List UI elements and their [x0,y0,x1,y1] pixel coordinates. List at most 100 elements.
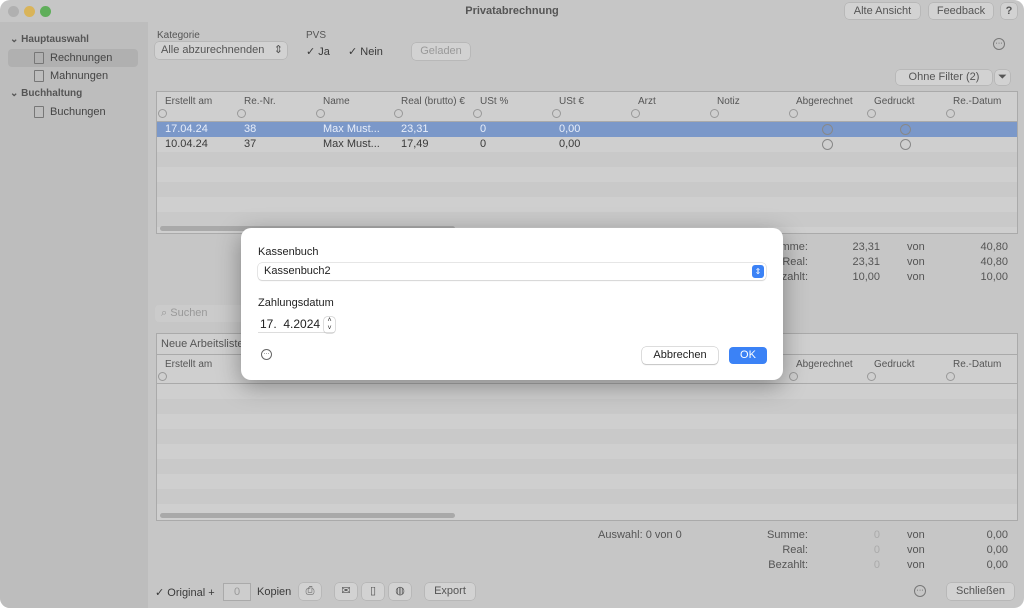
abgerechnet-radio[interactable] [822,139,833,150]
date-stepper[interactable]: ˄ ˅ [324,317,335,333]
column-filter-icon[interactable] [473,109,482,118]
more-icon[interactable]: ··· [993,38,1005,50]
column-header[interactable]: Abgerechnet [796,96,853,107]
cell-ust_eur: 0,00 [559,138,581,150]
summary-value: 0 [873,529,880,541]
chevron-updown-icon: ⇕ [273,44,283,56]
close-window-button[interactable] [8,6,19,17]
more-icon[interactable]: ··· [261,349,272,360]
search-placeholder: Suchen [170,307,208,319]
sidebar-item-rechnungen[interactable]: Rechnungen [8,49,138,67]
column-filter-icon[interactable] [237,109,246,118]
sidebar-item-mahnungen[interactable]: Mahnungen [8,67,138,85]
summary-total: 0,00 [986,559,1008,571]
column-header[interactable]: Gedruckt [874,359,915,370]
empty-row [157,489,1017,504]
sidebar-section-buchhaltung[interactable]: ⌄ Buchhaltung [10,88,82,99]
item-label: Rechnungen [50,52,113,64]
pvs-label: PVS [306,30,327,41]
zoom-window-button[interactable] [40,6,51,17]
schliessen-button[interactable]: Schließen [947,583,1014,600]
summary-von: von [907,241,925,253]
ohne-filter-button[interactable]: Ohne Filter (2) [896,70,992,85]
print-icon[interactable]: ⎙ [299,583,321,600]
filter-icon[interactable]: ⏷ [995,70,1010,85]
export-button[interactable]: Export [425,583,475,600]
summary-total: 10,00 [980,271,1008,283]
original-checkbox[interactable]: ✓ Original + [155,586,215,599]
kassenbuch-label: Kassenbuch [258,246,319,258]
column-header[interactable]: USt % [480,96,508,107]
sidebar-item-buchungen[interactable]: Buchungen [8,103,138,121]
column-filter-icon[interactable] [158,372,167,381]
cell-erstellt: 17.04.24 [165,123,208,135]
zahlungsdatum-input[interactable]: 17. 4.2024 [258,317,334,333]
column-filter-icon[interactable] [867,109,876,118]
column-header[interactable]: Notiz [717,96,740,107]
gedruckt-radio[interactable] [900,139,911,150]
main-window: Privatabrechnung Alte Ansicht Feedback ?… [0,0,1024,608]
column-filter-icon[interactable] [316,109,325,118]
summary-total: 40,80 [980,241,1008,253]
summary-value: 23,31 [852,256,880,268]
summary-total: 40,80 [980,256,1008,268]
empty-row [157,399,1017,414]
column-filter-icon[interactable] [867,372,876,381]
column-header[interactable]: Erstellt am [165,96,212,107]
mail-icon[interactable]: ✉ [335,583,357,600]
pdf-icon[interactable]: ▯ [362,583,384,600]
column-filter-icon[interactable] [946,109,955,118]
column-header[interactable]: Re.-Nr. [244,96,276,107]
original-label: Original [167,587,206,599]
kopien-input[interactable]: 0 [223,583,251,601]
cell-name: Max Must... [323,123,380,135]
kassenbuch-select[interactable]: Kassenbuch2 ⇕ [258,263,766,280]
geladen-button[interactable]: Geladen [412,43,470,60]
auswahl-text: Auswahl: 0 von 0 [598,529,682,541]
alte-ansicht-button[interactable]: Alte Ansicht [845,3,920,19]
ok-button[interactable]: OK [729,347,767,364]
summary-von: von [907,544,925,556]
gedruckt-radio[interactable] [900,124,911,135]
table-row[interactable]: 10.04.24 37 Max Must... 17,49 0 0,00 [157,137,1017,152]
column-header[interactable]: Real (brutto) € [401,96,465,107]
web-icon[interactable]: ◍ [389,583,411,600]
summary-label: Real: [782,544,808,556]
column-header[interactable]: Gedruckt [874,96,915,107]
column-header[interactable]: Abgerechnet [796,359,853,370]
column-header[interactable]: Erstellt am [165,359,212,370]
abbrechen-button[interactable]: Abbrechen [642,347,718,364]
kassenbuch-dialog: Kassenbuch Kassenbuch2 ⇕ Zahlungsdatum 17… [241,228,783,380]
column-filter-icon[interactable] [158,109,167,118]
column-header[interactable]: Name [323,96,350,107]
column-header[interactable]: Arzt [638,96,656,107]
column-filter-icon[interactable] [789,109,798,118]
search-input[interactable]: ⌕ Suchen [155,305,255,322]
table-row[interactable]: 17.04.24 38 Max Must... 23,31 0 0,00 [157,122,1017,137]
column-filter-icon[interactable] [552,109,561,118]
cell-erstellt: 10.04.24 [165,138,208,150]
minimize-window-button[interactable] [24,6,35,17]
section-label: Hauptauswahl [21,34,89,45]
cell-nr: 37 [244,138,257,150]
sidebar-section-hauptauswahl[interactable]: ⌄ Hauptauswahl [10,34,89,45]
cell-name: Max Must... [323,138,380,150]
document-icon [34,70,44,82]
abgerechnet-radio[interactable] [822,124,833,135]
column-header[interactable]: Re.-Datum [953,96,1001,107]
kategorie-select[interactable]: Alle abzurechnenden ⇕ [155,42,287,59]
help-button[interactable]: ? [1001,3,1017,19]
column-header[interactable]: Re.-Datum [953,359,1001,370]
column-filter-icon[interactable] [710,109,719,118]
feedback-button[interactable]: Feedback [929,3,993,19]
column-filter-icon[interactable] [631,109,640,118]
column-filter-icon[interactable] [946,372,955,381]
column-filter-icon[interactable] [789,372,798,381]
column-filter-icon[interactable] [394,109,403,118]
column-header[interactable]: USt € [559,96,584,107]
search-icon: ⌕ [161,307,168,319]
ja-checkbox[interactable]: ✓ Ja [306,45,330,58]
horizontal-scrollbar[interactable] [160,513,455,518]
nein-checkbox[interactable]: ✓ Nein [348,45,383,58]
more-icon[interactable]: ··· [914,585,926,597]
